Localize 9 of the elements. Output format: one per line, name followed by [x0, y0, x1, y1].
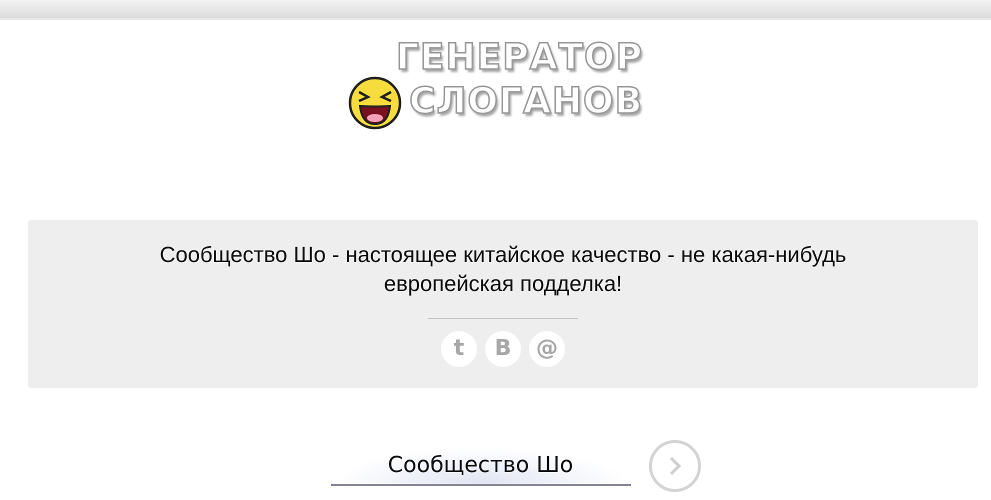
logo-text: ГЕНЕРАТОР	[396, 36, 644, 80]
logo-text: СЛОГАНОВ	[409, 80, 644, 124]
share-button[interactable]: @	[529, 331, 565, 367]
chevron-right-icon	[668, 455, 682, 477]
share-button[interactable]: t	[441, 331, 477, 367]
laughing-face-icon	[348, 76, 402, 130]
next-button[interactable]	[648, 440, 700, 492]
share-button[interactable]: B	[485, 331, 521, 367]
slogan-text: Сообщество Шо - настоящее китайское качество - не какая-нибудь европейская подделка!	[158, 241, 848, 298]
